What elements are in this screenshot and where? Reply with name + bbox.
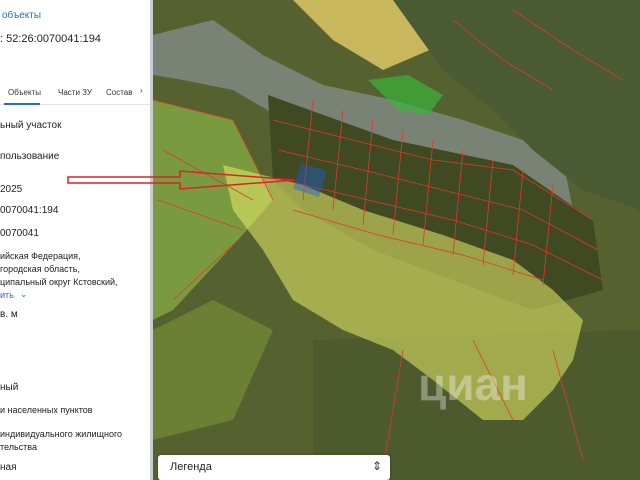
legend-bar[interactable]: Легенда ⇕ bbox=[158, 455, 390, 480]
pointer-arrow bbox=[67, 170, 296, 190]
arrow-icon bbox=[67, 170, 296, 190]
chevron-updown-icon[interactable]: ⇕ bbox=[372, 459, 382, 473]
legend-label: Легенда bbox=[170, 461, 212, 473]
